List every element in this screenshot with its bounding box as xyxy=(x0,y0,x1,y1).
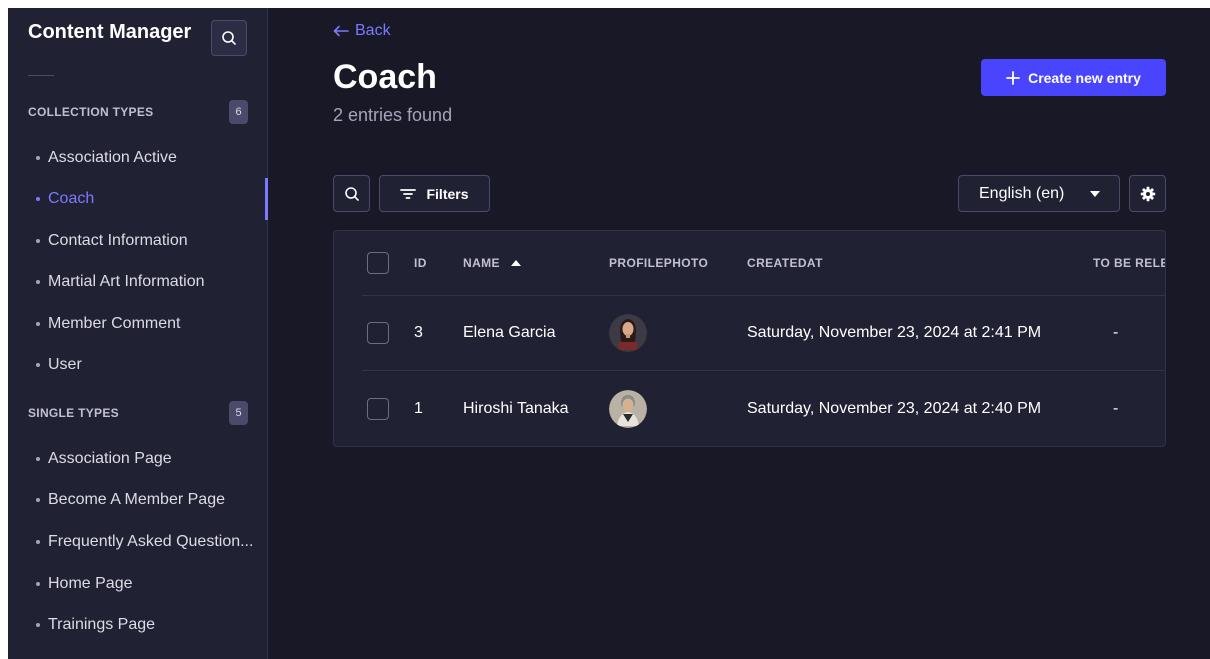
settings-button[interactable] xyxy=(1129,175,1166,212)
checkbox[interactable] xyxy=(367,397,389,420)
bullet-icon xyxy=(36,498,40,502)
sidebar-item-association-page[interactable]: Association Page xyxy=(24,444,267,474)
cell-id: 3 xyxy=(414,324,423,341)
avatar xyxy=(609,389,647,428)
cell-createdat: Saturday, November 23, 2024 at 2:40 PM xyxy=(747,399,1042,417)
back-label: Back xyxy=(355,22,391,39)
single-types-header: SINGLE TYPES 5 xyxy=(28,401,248,425)
cell-profilephoto xyxy=(609,296,647,370)
sidebar-item-coach[interactable]: Coach xyxy=(24,184,267,214)
sidebar-title: Content Manager xyxy=(28,21,192,43)
page-title: Coach xyxy=(333,58,437,96)
sidebar-item-label: Martial Art Information xyxy=(48,273,205,290)
sidebar-item-become-a-member-page[interactable]: Become A Member Page xyxy=(24,485,267,515)
sidebar-item-contact-information[interactable]: Contact Information xyxy=(24,226,267,256)
cell-name: Hiroshi Tanaka xyxy=(463,399,569,417)
sidebar-item-faq[interactable]: Frequently Asked Question... xyxy=(24,527,267,557)
column-header-name-label: NAME xyxy=(463,256,500,270)
bullet-icon xyxy=(36,540,40,544)
bullet-icon xyxy=(36,623,40,627)
search-button[interactable] xyxy=(333,175,370,212)
app-window: Content Manager COLLECTION TYPES 6 Assoc… xyxy=(8,8,1210,659)
cell-name: Elena Garcia xyxy=(463,324,556,341)
filter-icon xyxy=(400,188,417,199)
cell-profilephoto xyxy=(609,371,647,446)
column-header-createdat[interactable]: CREATEDAT xyxy=(747,231,823,295)
table-row[interactable]: 1 Hiroshi Tanaka Saturday, November 23, … xyxy=(362,371,1165,446)
collection-types-count: 6 xyxy=(229,100,248,124)
bullet-icon xyxy=(36,280,40,284)
sidebar-item-label: User xyxy=(48,356,82,373)
entries-count: 2 entries found xyxy=(333,105,453,125)
filters-button[interactable]: Filters xyxy=(379,175,490,212)
bullet-icon xyxy=(36,363,40,367)
row-select-checkbox[interactable] xyxy=(367,371,389,446)
sidebar-item-label: Trainings Page xyxy=(48,616,156,633)
cell-createdat: Saturday, November 23, 2024 at 2:41 PM xyxy=(747,324,1042,341)
search-icon xyxy=(222,31,236,45)
sidebar-item-label: Frequently Asked Question... xyxy=(48,533,254,550)
create-new-entry-label: Create new entry xyxy=(1028,69,1141,86)
column-header-name[interactable]: NAME xyxy=(463,231,522,295)
sidebar-item-label: Coach xyxy=(48,190,95,207)
row-select-checkbox[interactable] xyxy=(367,296,389,370)
sidebar-item-member-comment[interactable]: Member Comment xyxy=(24,309,267,339)
column-header-id[interactable]: ID xyxy=(414,231,427,295)
sidebar-item-label: Member Comment xyxy=(48,315,181,332)
locale-select[interactable]: English (en) xyxy=(958,175,1120,212)
entries-table: ID NAME PROFILEPHOTO CREATEDAT TO BE REL… xyxy=(333,230,1166,447)
cell-to-be-released: - xyxy=(1113,324,1119,341)
sidebar-item-home-page[interactable]: Home Page xyxy=(24,569,267,599)
bullet-icon xyxy=(36,322,40,326)
bullet-icon xyxy=(36,156,40,160)
active-indicator xyxy=(265,178,268,220)
caret-down-icon xyxy=(1090,190,1100,197)
checkbox[interactable] xyxy=(367,322,389,344)
sidebar-search-button[interactable] xyxy=(211,20,247,56)
sidebar-item-martial-art-information[interactable]: Martial Art Information xyxy=(24,267,267,297)
back-link[interactable]: Back xyxy=(333,22,391,40)
bullet-icon xyxy=(36,239,40,243)
column-header-to-be-released[interactable]: TO BE RELE xyxy=(1093,231,1165,295)
sidebar: Content Manager COLLECTION TYPES 6 Assoc… xyxy=(8,8,268,659)
checkbox[interactable] xyxy=(367,252,389,274)
search-icon xyxy=(344,186,359,201)
bullet-icon xyxy=(36,457,40,461)
sort-ascending-icon xyxy=(510,260,521,266)
sidebar-item-label: Home Page xyxy=(48,575,133,592)
collection-types-header: COLLECTION TYPES 6 xyxy=(28,100,248,124)
filters-label: Filters xyxy=(426,185,469,202)
sidebar-item-trainings-page[interactable]: Trainings Page xyxy=(24,610,267,640)
gear-icon xyxy=(1140,186,1155,201)
sidebar-item-user[interactable]: User xyxy=(24,350,267,380)
select-all-checkbox[interactable] xyxy=(367,231,389,295)
sidebar-item-label: Become A Member Page xyxy=(48,491,225,508)
single-types-count: 5 xyxy=(229,401,248,425)
column-header-profilephoto[interactable]: PROFILEPHOTO xyxy=(609,231,708,295)
create-new-entry-button[interactable]: Create new entry xyxy=(981,59,1166,96)
plus-icon xyxy=(1006,70,1020,85)
avatar xyxy=(609,314,647,352)
cell-to-be-released: - xyxy=(1113,399,1119,417)
arrow-left-icon xyxy=(333,25,349,37)
table-row[interactable]: 3 Elena Garcia Saturday, November 23, 20… xyxy=(362,296,1165,371)
sidebar-item-association-active[interactable]: Association Active xyxy=(24,143,267,173)
locale-value: English (en) xyxy=(979,184,1065,202)
table-header-row: ID NAME PROFILEPHOTO CREATEDAT TO BE REL… xyxy=(362,231,1165,296)
sidebar-item-label: Contact Information xyxy=(48,232,188,249)
bullet-icon xyxy=(36,197,40,201)
sidebar-item-label: Association Active xyxy=(48,149,177,166)
single-types-label: SINGLE TYPES xyxy=(28,406,119,420)
cell-id: 1 xyxy=(414,399,423,417)
sidebar-divider xyxy=(28,75,54,76)
bullet-icon xyxy=(36,582,40,586)
collection-types-label: COLLECTION TYPES xyxy=(28,105,154,119)
sidebar-item-label: Association Page xyxy=(48,450,172,467)
